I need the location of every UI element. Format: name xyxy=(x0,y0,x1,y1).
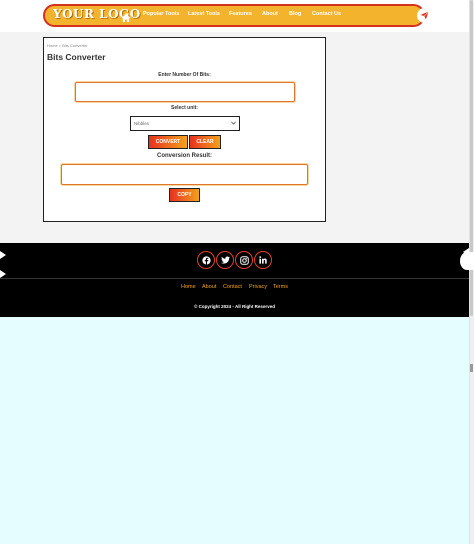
home-icon[interactable] xyxy=(121,10,131,22)
bits-input[interactable] xyxy=(75,82,295,102)
footer-link-about[interactable]: About xyxy=(202,284,216,290)
twitter-icon[interactable] xyxy=(216,251,234,269)
linkedin-icon[interactable] xyxy=(254,251,272,269)
unit-select-label: Select unit: xyxy=(171,105,198,111)
footer-link-home[interactable]: Home xyxy=(181,284,196,290)
copy-button[interactable]: COPY xyxy=(169,188,200,202)
footer-link-privacy[interactable]: Privacy xyxy=(249,284,267,290)
navbar: YOUR LOGO Popular Tools Latest Tools Fea… xyxy=(43,4,432,27)
unit-select-value: Nibbles xyxy=(134,121,150,126)
bits-input-label: Enter Number Of Bits: xyxy=(158,72,211,78)
footer-divider xyxy=(0,278,469,279)
converter-card: Home > Bits Converter Bits Converter Ent… xyxy=(43,37,326,222)
breadcrumb[interactable]: Home > Bits Converter xyxy=(47,43,88,48)
nav-contact-us[interactable]: Contact Us xyxy=(312,11,341,17)
footer: Home About Contact Privacy Terms © Copyr… xyxy=(0,243,474,317)
decorative-arrow-icon xyxy=(0,246,6,259)
nav-popular-tools[interactable]: Popular Tools xyxy=(143,11,179,17)
nav-blog[interactable]: Blog xyxy=(289,11,301,17)
page-title: Bits Converter xyxy=(47,52,106,62)
result-output[interactable] xyxy=(61,164,308,185)
facebook-icon[interactable] xyxy=(197,251,215,269)
decorative-half-circle xyxy=(460,252,474,270)
copyright-text: © Copyright 2024 - All Right Reserved xyxy=(194,304,275,309)
scrollbar-marker xyxy=(470,364,473,372)
decorative-arrow-icon xyxy=(0,265,6,278)
unit-select[interactable]: Nibbles xyxy=(130,116,240,131)
convert-button[interactable]: CONVERT xyxy=(148,135,188,149)
result-label: Conversion Result: xyxy=(156,153,212,159)
nav-about[interactable]: About xyxy=(262,11,278,17)
paper-plane-icon[interactable] xyxy=(417,8,432,23)
footer-link-terms[interactable]: Terms xyxy=(273,284,288,290)
instagram-icon[interactable] xyxy=(235,251,253,269)
nav-features[interactable]: Features xyxy=(229,11,252,17)
decorative-arrow-icon xyxy=(463,243,469,256)
clear-button[interactable]: CLEAR xyxy=(189,135,221,149)
footer-link-contact[interactable]: Contact xyxy=(223,284,242,290)
nav-latest-tools[interactable]: Latest Tools xyxy=(188,11,220,17)
chevron-down-icon xyxy=(231,121,236,126)
